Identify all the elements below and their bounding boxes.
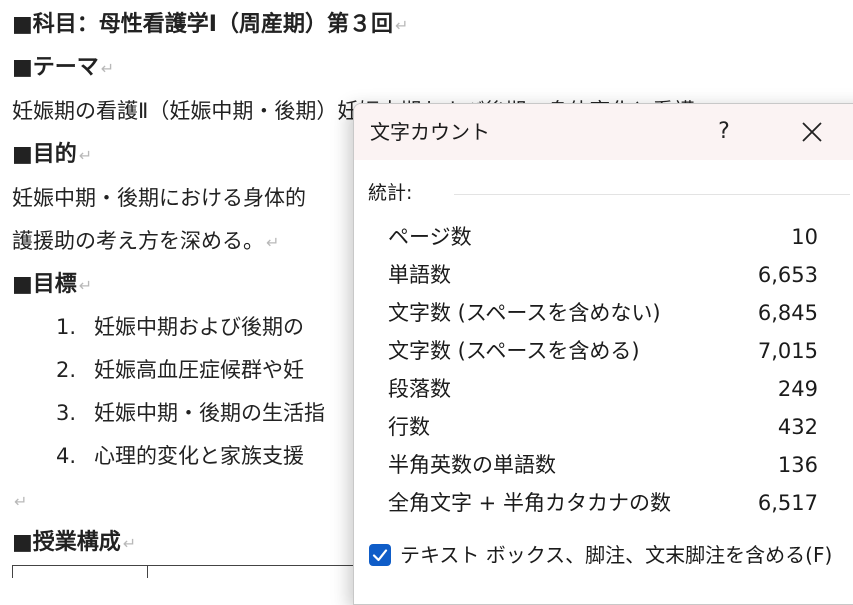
stat-value: 249 <box>777 377 818 401</box>
stat-label: 単語数 <box>388 263 451 287</box>
include-textboxes-label[interactable]: テキスト ボックス、脚注、文末脚注を含める(F) <box>400 537 832 573</box>
close-icon <box>802 122 822 142</box>
stat-value: 6,653 <box>757 263 818 287</box>
paragraph-mark: ↵ <box>78 276 93 295</box>
goal-item: 3. 妊娠中期・後期の生活指 <box>56 401 325 425</box>
paragraph-mark: ↵ <box>394 16 409 35</box>
statistics-label: 統計: <box>368 182 413 204</box>
stat-row-chars-no-spaces: 文字数 (スペースを含めない) 6,845 <box>388 294 818 332</box>
table-column-divider <box>147 566 148 578</box>
include-textboxes-checkbox[interactable] <box>369 544 391 566</box>
stat-row-pages: ページ数 10 <box>388 218 818 256</box>
paragraph-mark: ↵ <box>100 59 115 78</box>
stat-row-lines: 行数 432 <box>388 408 818 446</box>
class-structure-heading: ■授業構成 ↵ <box>12 530 137 555</box>
goal-item: 1. 妊娠中期および後期の <box>56 315 304 339</box>
purpose-heading: ■目的 ↵ <box>12 142 93 167</box>
stat-row-words: 単語数 6,653 <box>388 256 818 294</box>
stat-row-fullwidth-chars: 全角文字 + 半角カタカナの数 6,517 <box>388 484 818 522</box>
stat-value: 7,015 <box>757 339 818 363</box>
goal-item: 4. 心理的変化と家族支援 <box>56 444 304 468</box>
stat-label: 行数 <box>388 415 430 439</box>
stat-label: 半角英数の単語数 <box>388 453 556 477</box>
stat-value: 10 <box>791 225 818 249</box>
theme-heading: ■テーマ ↵ <box>12 55 115 80</box>
section-divider <box>454 194 850 195</box>
stat-label: 文字数 (スペースを含めない) <box>388 301 661 325</box>
paragraph-mark: ↵ <box>266 233 280 252</box>
stat-row-halfwidth-words: 半角英数の単語数 136 <box>388 446 818 484</box>
doc-title: ■科目：母性看護学Ⅰ（周産期）第３回 ↵ <box>12 12 409 37</box>
stat-label: 段落数 <box>388 377 451 401</box>
help-button[interactable]: ? <box>709 114 739 150</box>
stat-value: 6,845 <box>757 301 818 325</box>
stat-label: 文字数 (スペースを含める) <box>388 339 640 363</box>
dialog-title: 文字カウント <box>370 120 490 144</box>
close-button[interactable] <box>798 118 826 146</box>
paragraph-mark: ↵ <box>78 146 93 165</box>
stat-label: 全角文字 + 半角カタカナの数 <box>388 491 671 515</box>
purpose-text-line2: 護援助の考え方を深める。 ↵ <box>12 229 280 253</box>
dialog-titlebar[interactable]: 文字カウント ? <box>354 104 853 160</box>
stat-value: 432 <box>777 415 818 439</box>
stat-value: 136 <box>777 453 818 477</box>
paragraph-mark: ↵ <box>122 534 137 553</box>
stat-row-paragraphs: 段落数 249 <box>388 370 818 408</box>
goal-item: 2. 妊娠高血圧症候群や妊 <box>56 358 304 382</box>
goals-heading: ■目標 ↵ <box>12 272 93 297</box>
stat-value: 6,517 <box>757 491 818 515</box>
stat-label: ページ数 <box>388 225 472 249</box>
purpose-text-line1: 妊娠中期・後期における身体的 <box>12 186 306 210</box>
word-count-dialog: 文字カウント ? 統計: ページ数 10 単語数 6,653 文字数 (スペース… <box>353 103 853 605</box>
stat-row-chars-with-spaces: 文字数 (スペースを含める) 7,015 <box>388 332 818 370</box>
checkmark-icon <box>372 549 388 562</box>
paragraph-mark: ↵ <box>14 492 28 511</box>
empty-paragraph: ↵ <box>12 485 27 517</box>
